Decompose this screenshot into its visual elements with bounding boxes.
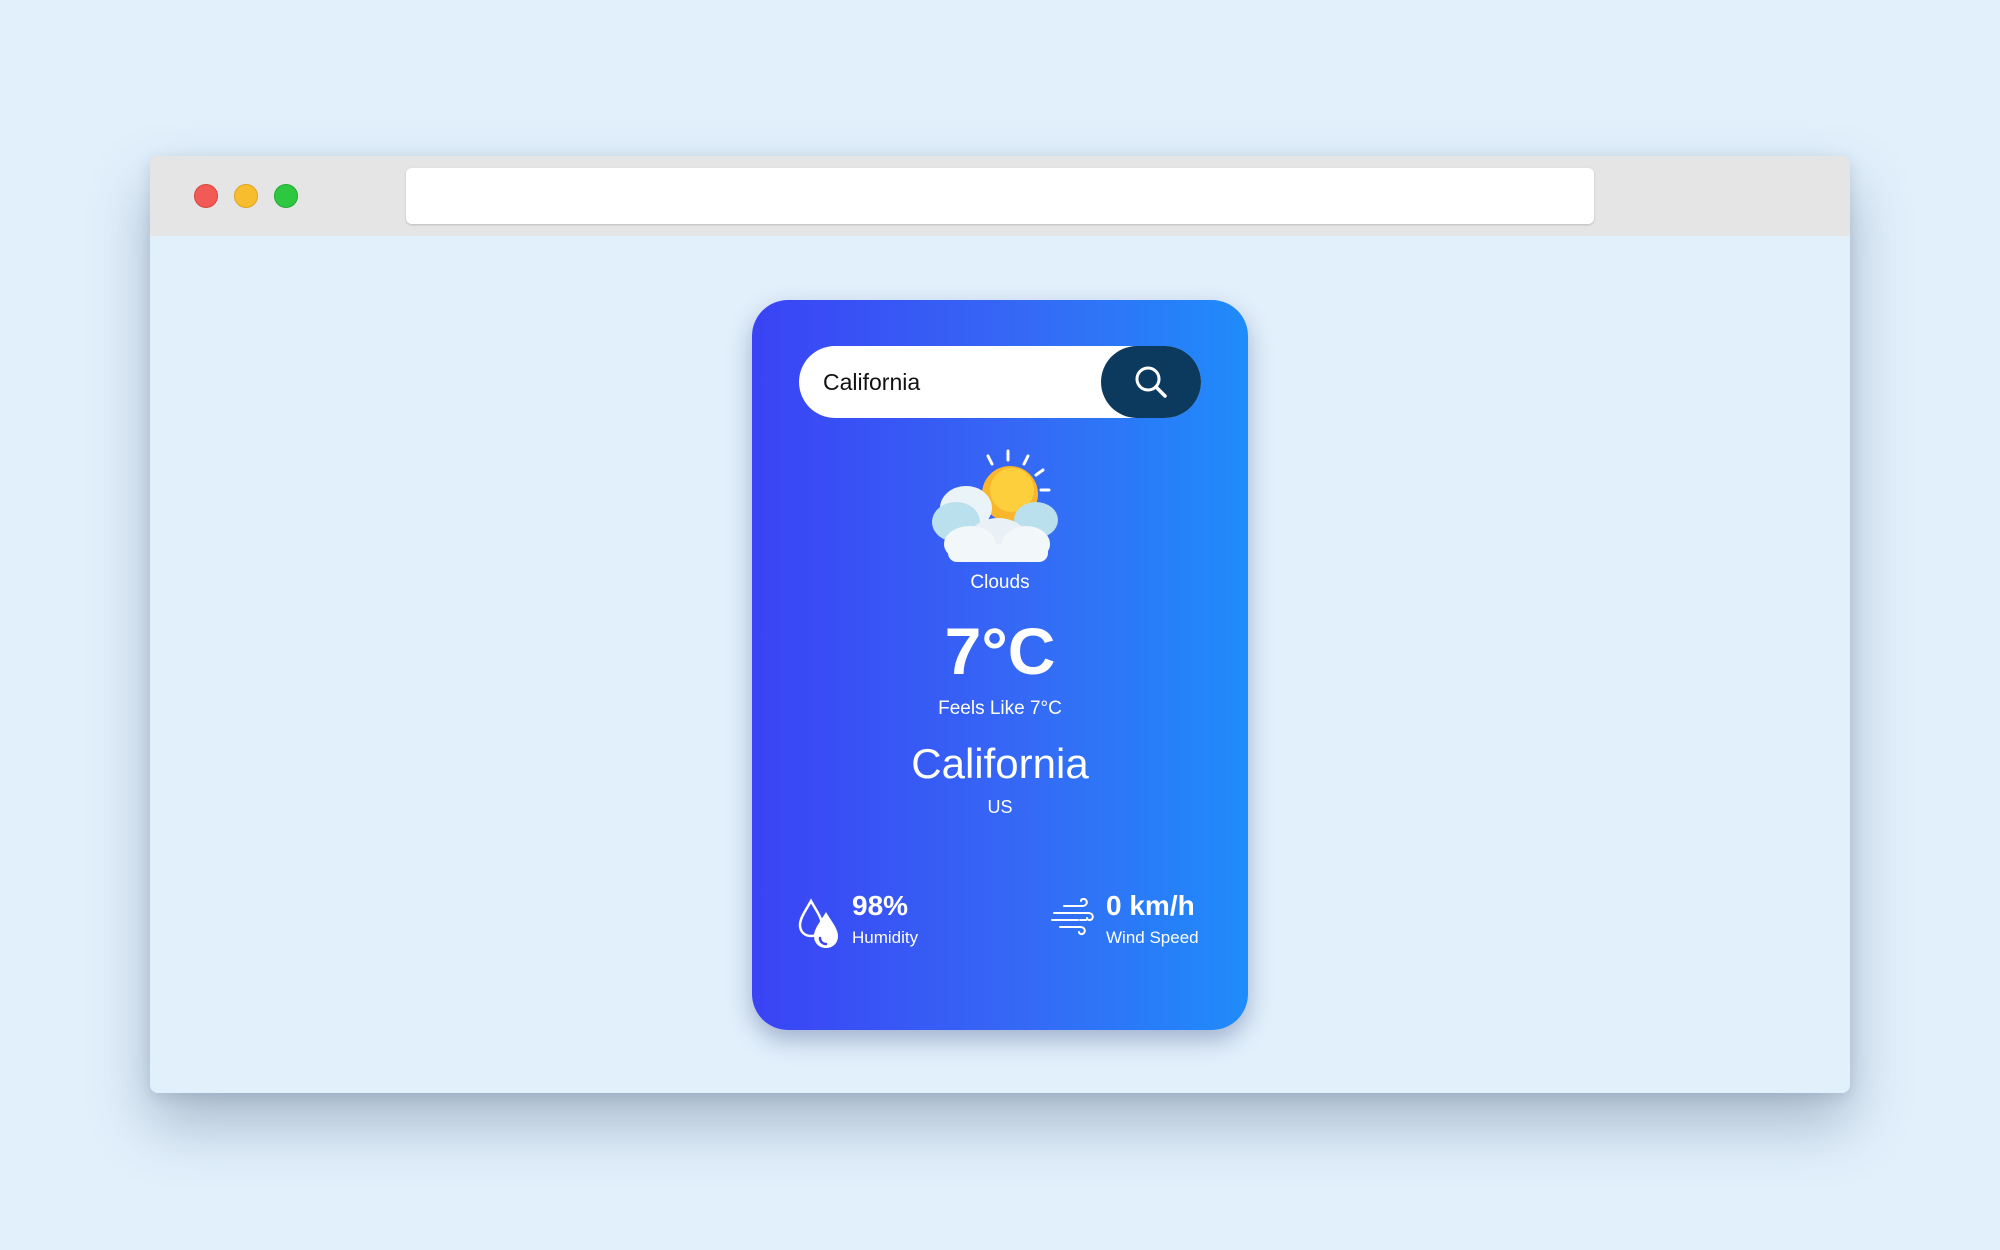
maximize-window-button[interactable] [274, 184, 298, 208]
temperature: 7°C [944, 614, 1056, 688]
city-name: California [911, 740, 1089, 787]
weather-condition: Clouds [970, 572, 1030, 593]
close-window-button[interactable] [194, 184, 218, 208]
search-icon [1135, 366, 1167, 398]
wind-speed-label: Wind Speed [1106, 928, 1199, 947]
wind-speed-value: 0 km/h [1106, 890, 1195, 921]
browser-titlebar [150, 156, 1850, 236]
country-code: US [987, 797, 1013, 817]
search-button[interactable] [1101, 346, 1201, 418]
wind-stat: 0 km/h Wind Speed [1050, 890, 1220, 960]
humidity-drops-icon [798, 898, 838, 948]
search-bar [799, 346, 1201, 418]
address-bar[interactable] [406, 168, 1594, 224]
humidity-stat: 98% Humidity [798, 890, 968, 960]
browser-window: Clouds 7°C Feels Like 7°C California US … [150, 156, 1850, 1093]
sun-behind-clouds-icon [932, 449, 1058, 562]
humidity-label: Humidity [852, 928, 919, 947]
humidity-value: 98% [852, 890, 909, 921]
minimize-window-button[interactable] [234, 184, 258, 208]
feels-like: Feels Like 7°C [938, 698, 1062, 719]
weather-card: Clouds 7°C Feels Like 7°C California US … [752, 300, 1248, 1030]
wind-icon [1051, 898, 1094, 936]
